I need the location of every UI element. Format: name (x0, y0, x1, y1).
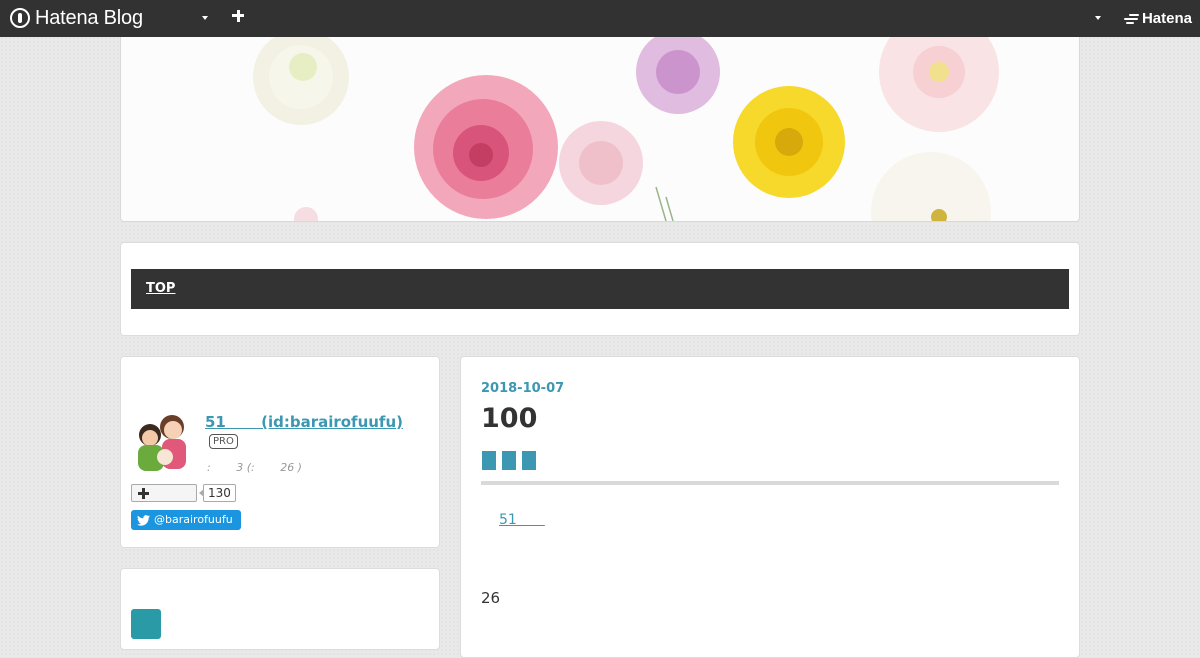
article-body-text: 26 (481, 589, 501, 607)
hatena-blog-logo-icon (10, 8, 30, 28)
chevron-down-icon[interactable] (202, 16, 208, 20)
hatena-logo-icon (1123, 13, 1140, 25)
pro-badge: PRO (209, 434, 238, 449)
twitter-handle: @barairofuufu (154, 513, 233, 526)
twitter-follow-button[interactable]: @barairofuufu (131, 510, 241, 530)
plus-icon[interactable] (232, 9, 246, 23)
global-navigation: TOP (120, 242, 1080, 336)
follower-count: 130 (199, 484, 236, 502)
sidebar-widget (120, 568, 440, 650)
article-body-link[interactable]: 51 (499, 509, 545, 529)
blog-header-image[interactable] (120, 37, 1080, 222)
flowers-image (253, 37, 999, 221)
article-date[interactable]: 2018-10-07 (481, 381, 564, 396)
logo-text: Hatena Blog (35, 6, 143, 29)
nav-bar: TOP (131, 269, 1069, 309)
share-button-1[interactable] (482, 451, 496, 470)
article-divider (481, 481, 1059, 485)
hatena-blog-logo[interactable]: Hatena Blog (10, 7, 143, 29)
share-buttons (482, 451, 536, 470)
plus-icon (138, 488, 149, 499)
article-title[interactable]: 100 (481, 403, 537, 434)
avatar[interactable] (132, 411, 192, 471)
global-header: Hatena Blog Hatena (0, 0, 1200, 37)
share-button-2[interactable] (502, 451, 516, 470)
hatena-link[interactable]: Hatena (1123, 10, 1192, 27)
profile-name-link[interactable]: 51 (id:barairofuufu) (205, 411, 403, 432)
twitter-bird-icon (137, 514, 150, 526)
nav-item-top[interactable]: TOP (146, 281, 175, 296)
profile-meta: : 3 (: 26 ) (207, 461, 302, 474)
hatena-brand-text: Hatena (1141, 10, 1192, 27)
share-button-3[interactable] (522, 451, 536, 470)
widget-icon[interactable] (131, 609, 161, 639)
account-menu-chevron-icon[interactable] (1095, 16, 1101, 20)
follow-button[interactable] (131, 484, 197, 502)
profile-card: 51 (id:barairofuufu) PRO : 3 (: 26 ) 130… (120, 356, 440, 548)
article-card: 2018-10-07 100 51 26 (460, 356, 1080, 658)
